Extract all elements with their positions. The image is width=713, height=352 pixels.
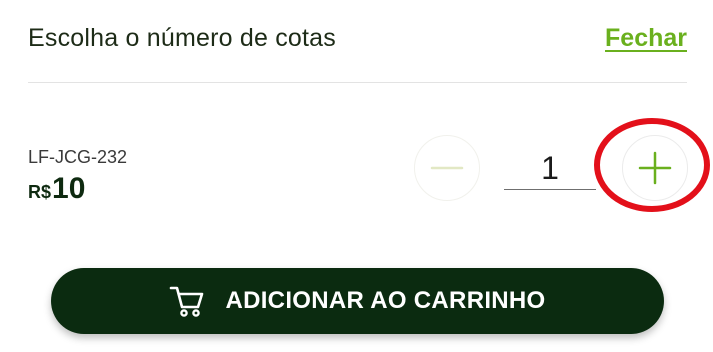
product-price: R$10 <box>28 170 85 213</box>
minus-icon <box>430 166 464 170</box>
add-to-cart-label: ADICIONAR AO CARRINHO <box>225 287 546 314</box>
quantity-field[interactable]: 1 <box>504 147 596 190</box>
page-title: Escolha o número de cotas <box>28 24 336 52</box>
increment-button[interactable] <box>622 135 688 201</box>
decrement-button[interactable] <box>414 135 480 201</box>
plus-icon <box>638 151 672 185</box>
header-divider <box>28 82 687 83</box>
add-to-cart-button[interactable]: ADICIONAR AO CARRINHO <box>51 268 664 334</box>
cart-icon <box>169 283 205 319</box>
product-code: LF-JCG-232 <box>28 147 128 167</box>
price-amount: 10 <box>52 172 86 205</box>
close-link[interactable]: Fechar <box>605 22 687 54</box>
price-currency: R$ <box>28 182 52 202</box>
quota-selection-panel: Escolha o número de cotas Fechar LF-JCG-… <box>0 0 713 352</box>
